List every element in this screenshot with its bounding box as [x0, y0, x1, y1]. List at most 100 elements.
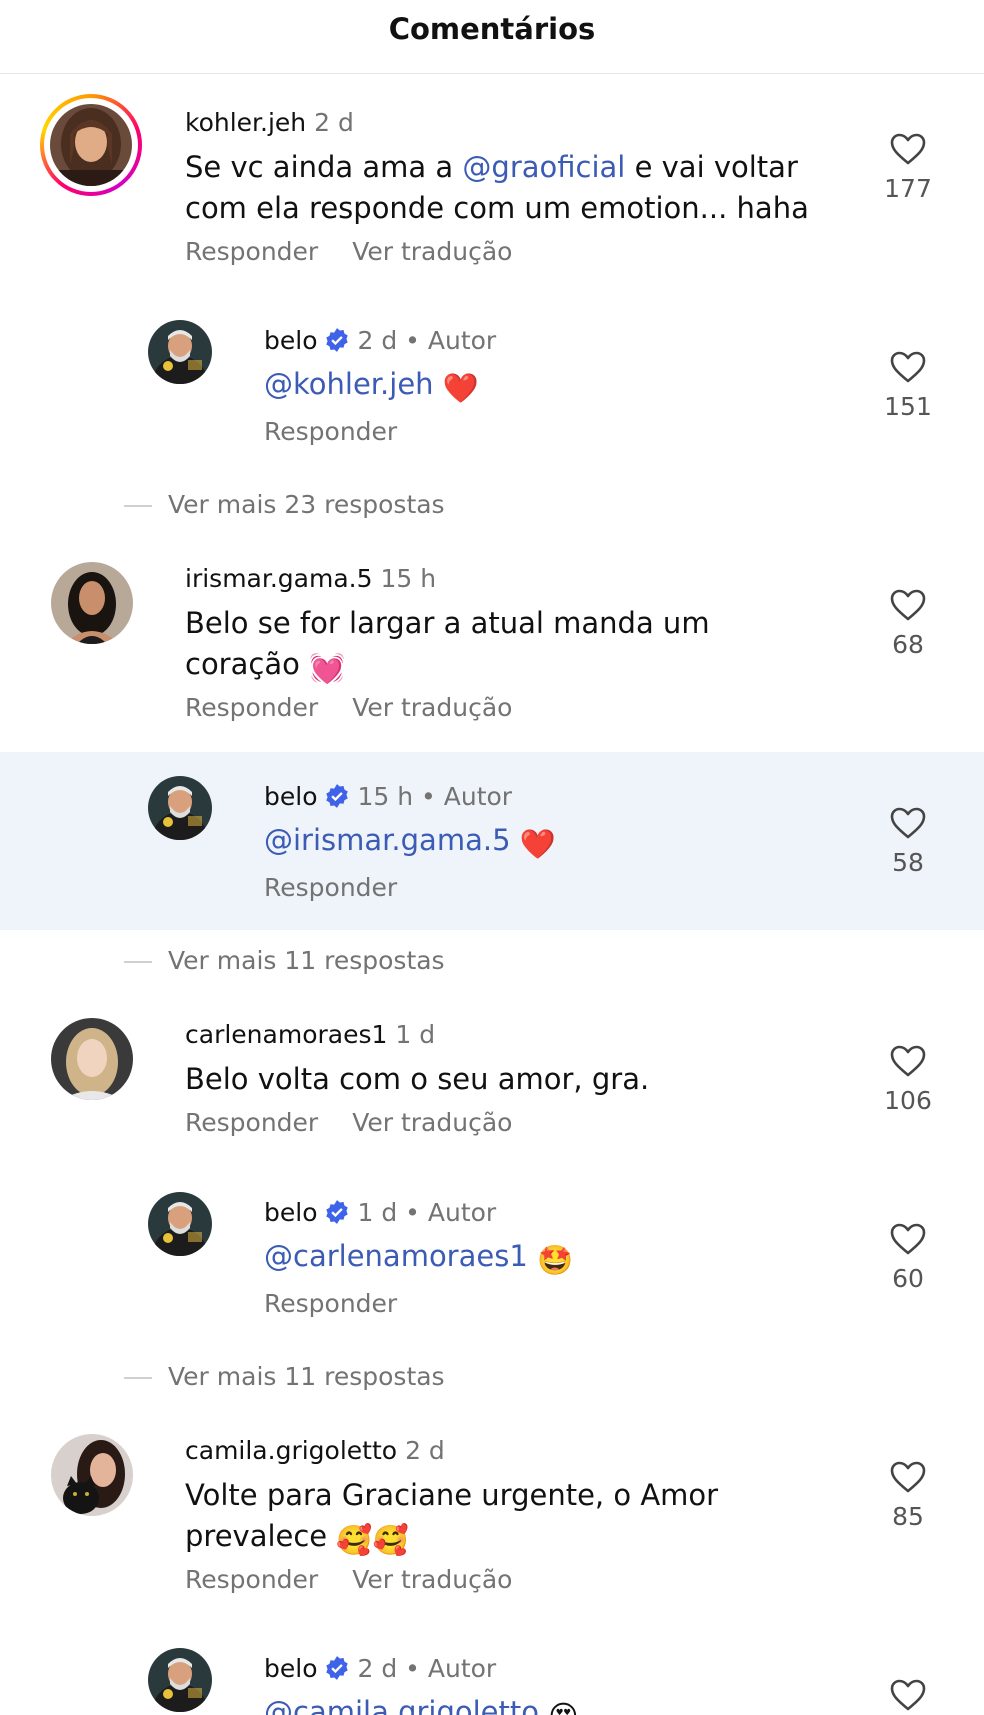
comment-text: @camila.grigoletto 😍 — [264, 1692, 904, 1715]
username[interactable]: carlenamoraes1 — [185, 1020, 387, 1049]
heart-emoji-icon: 💓 — [309, 651, 346, 685]
divider — [124, 961, 152, 963]
comment-text: Belo volta com o seu amor, gra. — [185, 1062, 650, 1096]
avatar[interactable] — [50, 104, 132, 186]
reply-button[interactable]: Responder — [264, 417, 397, 446]
verified-badge-icon — [325, 328, 348, 352]
timestamp: 2 d — [357, 1654, 398, 1683]
author-label: Autor — [427, 1654, 497, 1683]
mention-link[interactable]: @carlenamoraes1 — [264, 1239, 528, 1273]
author-label: Autor — [427, 326, 497, 355]
heart-outline-icon — [890, 351, 926, 383]
heart-outline-icon — [890, 133, 926, 165]
woman-with-cat-avatar-icon — [51, 1434, 133, 1516]
username[interactable]: kohler.jeh — [185, 108, 306, 137]
reply-button[interactable]: Responder — [185, 237, 318, 266]
username[interactable]: belo — [264, 1654, 318, 1683]
username[interactable]: belo — [264, 1198, 318, 1227]
timestamp: 2 d — [405, 1436, 445, 1465]
smiling-hearts-emoji-icon: 🥰🥰 — [336, 1523, 409, 1557]
translate-button[interactable]: Ver tradução — [352, 1565, 512, 1594]
belo-avatar-icon — [148, 1648, 212, 1712]
like-button[interactable] — [868, 1678, 948, 1715]
verified-badge-icon — [325, 1200, 348, 1224]
like-button[interactable]: 60 — [868, 1222, 948, 1293]
story-ring[interactable] — [40, 94, 142, 196]
author-label: Autor — [427, 1198, 497, 1227]
mention-link[interactable]: @camila.grigoletto — [264, 1695, 539, 1715]
timestamp: 2 d — [357, 326, 398, 355]
comments-header: Comentários — [0, 0, 984, 74]
author-label: Autor — [443, 782, 513, 811]
heart-eyes-emoji-icon: 😍 — [548, 1696, 578, 1715]
like-button[interactable]: 151 — [868, 350, 948, 421]
username[interactable]: belo — [264, 326, 318, 355]
heart-outline-icon — [890, 1679, 926, 1711]
timestamp: 1 d — [395, 1020, 436, 1049]
like-button[interactable]: 58 — [868, 806, 948, 877]
comment-text: @carlenamoraes1 🤩 — [264, 1236, 904, 1281]
comment-text: Volte para Graciane urgente, o Amor prev… — [185, 1475, 825, 1561]
timestamp: 15 h — [357, 782, 414, 811]
like-count: 177 — [884, 174, 932, 203]
timestamp: 1 d — [357, 1198, 398, 1227]
heart-outline-icon — [890, 1223, 926, 1255]
like-button[interactable]: 177 — [868, 132, 948, 203]
username[interactable]: camila.grigoletto — [185, 1436, 397, 1465]
username[interactable]: belo — [264, 782, 318, 811]
username[interactable]: irismar.gama.5 — [185, 564, 373, 593]
star-struck-emoji-icon: 🤩 — [537, 1243, 574, 1277]
avatar[interactable] — [148, 1192, 212, 1256]
timestamp: 15 h — [380, 564, 437, 593]
page-title: Comentários — [388, 12, 596, 46]
verified-badge-icon — [325, 1656, 348, 1680]
like-count: 151 — [884, 392, 932, 421]
verified-badge-icon — [325, 784, 348, 808]
view-more-replies-button[interactable]: Ver mais 23 respostas — [124, 490, 445, 519]
translate-button[interactable]: Ver tradução — [352, 237, 512, 266]
reply-button[interactable]: Responder — [185, 693, 318, 722]
heart-outline-icon — [890, 589, 926, 621]
comment-text: @kohler.jeh ❤️ — [264, 364, 904, 409]
reply-button[interactable]: Responder — [185, 1565, 318, 1594]
heart-outline-icon — [890, 807, 926, 839]
comment-text: Se vc ainda ama a @graoficial e vai volt… — [185, 150, 809, 225]
like-count: 60 — [892, 1264, 924, 1293]
avatar[interactable] — [51, 1434, 133, 1516]
avatar[interactable] — [148, 1648, 212, 1712]
red-heart-emoji-icon: ❤️ — [519, 827, 556, 861]
like-count: 58 — [892, 848, 924, 877]
timestamp: 2 d — [314, 108, 354, 137]
translate-button[interactable]: Ver tradução — [352, 693, 512, 722]
view-more-replies-button[interactable]: Ver mais 11 respostas — [124, 946, 445, 975]
like-button[interactable]: 106 — [868, 1044, 948, 1115]
woman-brown-hair-avatar-icon — [50, 104, 132, 186]
reply-button[interactable]: Responder — [264, 1289, 397, 1318]
mention-link[interactable]: @irismar.gama.5 — [264, 823, 511, 857]
woman-dark-hair-avatar-icon — [51, 562, 133, 644]
mention-link[interactable]: @kohler.jeh — [264, 367, 434, 401]
avatar[interactable] — [148, 776, 212, 840]
belo-avatar-icon — [148, 776, 212, 840]
heart-outline-icon — [890, 1461, 926, 1493]
red-heart-emoji-icon: ❤️ — [442, 371, 479, 405]
avatar[interactable] — [148, 320, 212, 384]
like-button[interactable]: 68 — [868, 588, 948, 659]
divider — [124, 505, 152, 507]
view-more-replies-button[interactable]: Ver mais 11 respostas — [124, 1362, 445, 1391]
avatar[interactable] — [51, 1018, 133, 1100]
belo-avatar-icon — [148, 1192, 212, 1256]
woman-blonde-avatar-icon — [51, 1018, 133, 1100]
avatar[interactable] — [51, 562, 133, 644]
like-button[interactable]: 85 — [868, 1460, 948, 1531]
reply-button[interactable]: Responder — [264, 873, 397, 902]
comment-text: Belo se for largar a atual manda um cora… — [185, 603, 825, 689]
like-count: 85 — [892, 1502, 924, 1531]
divider — [124, 1377, 152, 1379]
heart-outline-icon — [890, 1045, 926, 1077]
comment-text: @irismar.gama.5 ❤️ — [264, 820, 904, 865]
reply-button[interactable]: Responder — [185, 1108, 318, 1137]
translate-button[interactable]: Ver tradução — [352, 1108, 512, 1137]
mention-link[interactable]: @graoficial — [462, 150, 625, 184]
belo-avatar-icon — [148, 320, 212, 384]
